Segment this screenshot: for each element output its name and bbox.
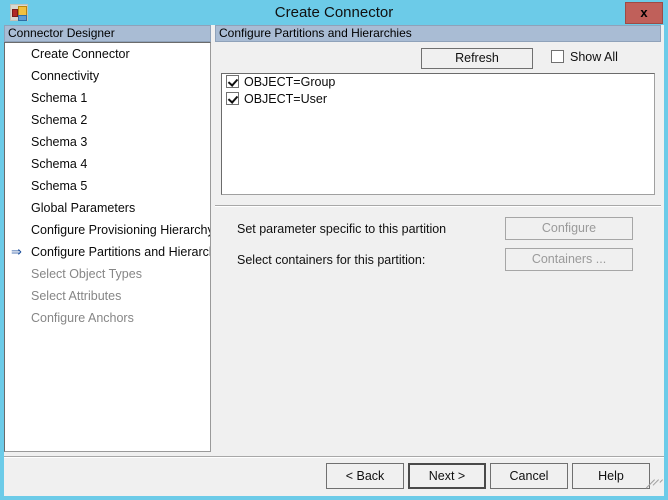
wizard-step-label: Connectivity bbox=[31, 69, 100, 83]
wizard-step-item: Select Object Types bbox=[5, 263, 210, 285]
select-containers-label: Select containers for this partition: bbox=[237, 253, 426, 267]
wizard-step-list[interactable]: Create Connector Connectivity Schema 1 Sche… bbox=[4, 42, 211, 452]
wizard-step-item[interactable]: Global Parameters bbox=[5, 197, 210, 219]
wizard-step-label: Global Parameters bbox=[31, 201, 136, 215]
partition-list[interactable]: OBJECT=Group OBJECT=User bbox=[221, 73, 655, 195]
containers-button[interactable]: Containers ... bbox=[505, 248, 633, 271]
wizard-step-item: Select Attributes bbox=[5, 285, 210, 307]
title-bar: Create Connector x bbox=[0, 0, 668, 25]
wizard-step-label: Configure Anchors bbox=[31, 311, 134, 325]
cancel-button[interactable]: Cancel bbox=[490, 463, 568, 489]
wizard-step-label: Select Attributes bbox=[31, 289, 122, 303]
current-step-arrow-icon: ⇒ bbox=[11, 244, 22, 259]
wizard-step-item[interactable]: Schema 5 bbox=[5, 175, 210, 197]
partition-checkbox[interactable] bbox=[226, 75, 239, 88]
connector-designer-panel: Connector Designer Create Connector Conne… bbox=[4, 25, 211, 452]
dialog-window: Create Connector x Connector Designer Cr… bbox=[0, 0, 668, 500]
close-button[interactable]: x bbox=[625, 2, 663, 24]
resize-grip[interactable] bbox=[645, 479, 664, 492]
wizard-step-item: Configure Anchors bbox=[5, 307, 210, 329]
wizard-step-label: Select Object Types bbox=[31, 267, 142, 281]
wizard-step-label: Create Connector bbox=[31, 47, 130, 61]
show-all-label: Show All bbox=[570, 50, 618, 64]
resize-grip-line bbox=[659, 479, 663, 483]
wizard-step-item[interactable]: Create Connector bbox=[5, 43, 210, 65]
back-button[interactable]: < Back bbox=[326, 463, 404, 489]
set-parameter-label: Set parameter specific to this partition bbox=[237, 222, 447, 236]
wizard-step-item[interactable]: ⇒ Configure Partitions and Hierarchies bbox=[5, 241, 210, 263]
wizard-step-item[interactable]: Schema 2 bbox=[5, 109, 210, 131]
dialog-client-area: Connector Designer Create Connector Conne… bbox=[4, 25, 664, 496]
partition-label: OBJECT=Group bbox=[244, 75, 336, 89]
left-panel-header: Connector Designer bbox=[4, 25, 211, 42]
wizard-step-item[interactable]: Schema 1 bbox=[5, 87, 210, 109]
window-title: Create Connector bbox=[274, 4, 394, 21]
wizard-step-item[interactable]: Connectivity bbox=[5, 65, 210, 87]
wizard-step-item[interactable]: Schema 3 bbox=[5, 131, 210, 153]
refresh-button[interactable]: Refresh bbox=[421, 48, 533, 69]
partition-list-item[interactable]: OBJECT=Group bbox=[222, 74, 654, 91]
partition-checkbox[interactable] bbox=[226, 92, 239, 105]
partition-list-item[interactable]: OBJECT=User bbox=[222, 91, 654, 108]
right-panel-header: Configure Partitions and Hierarchies bbox=[215, 25, 661, 42]
show-all-checkbox[interactable]: Show All bbox=[551, 50, 618, 68]
footer-divider bbox=[4, 456, 664, 458]
wizard-step-label: Configure Partitions and Hierarchies bbox=[31, 245, 210, 259]
wizard-step-label: Schema 1 bbox=[31, 91, 88, 105]
wizard-step-item[interactable]: Configure Provisioning Hierarchy bbox=[5, 219, 210, 241]
wizard-step-label: Schema 4 bbox=[31, 157, 88, 171]
wizard-step-label: Configure Provisioning Hierarchy bbox=[31, 223, 211, 237]
wizard-step-item[interactable]: Schema 4 bbox=[5, 153, 210, 175]
configure-button[interactable]: Configure bbox=[505, 217, 633, 240]
next-button[interactable]: Next > bbox=[408, 463, 486, 489]
partition-label: OBJECT=User bbox=[244, 92, 328, 106]
wizard-step-label: Schema 2 bbox=[31, 113, 88, 127]
show-all-checkbox-box[interactable] bbox=[551, 50, 564, 63]
wizard-step-label: Schema 3 bbox=[31, 135, 88, 149]
section-divider bbox=[215, 205, 661, 207]
configure-partitions-panel: Configure Partitions and Hierarchies art… bbox=[215, 25, 664, 452]
wizard-step-label: Schema 5 bbox=[31, 179, 88, 193]
help-button[interactable]: Help bbox=[572, 463, 650, 489]
